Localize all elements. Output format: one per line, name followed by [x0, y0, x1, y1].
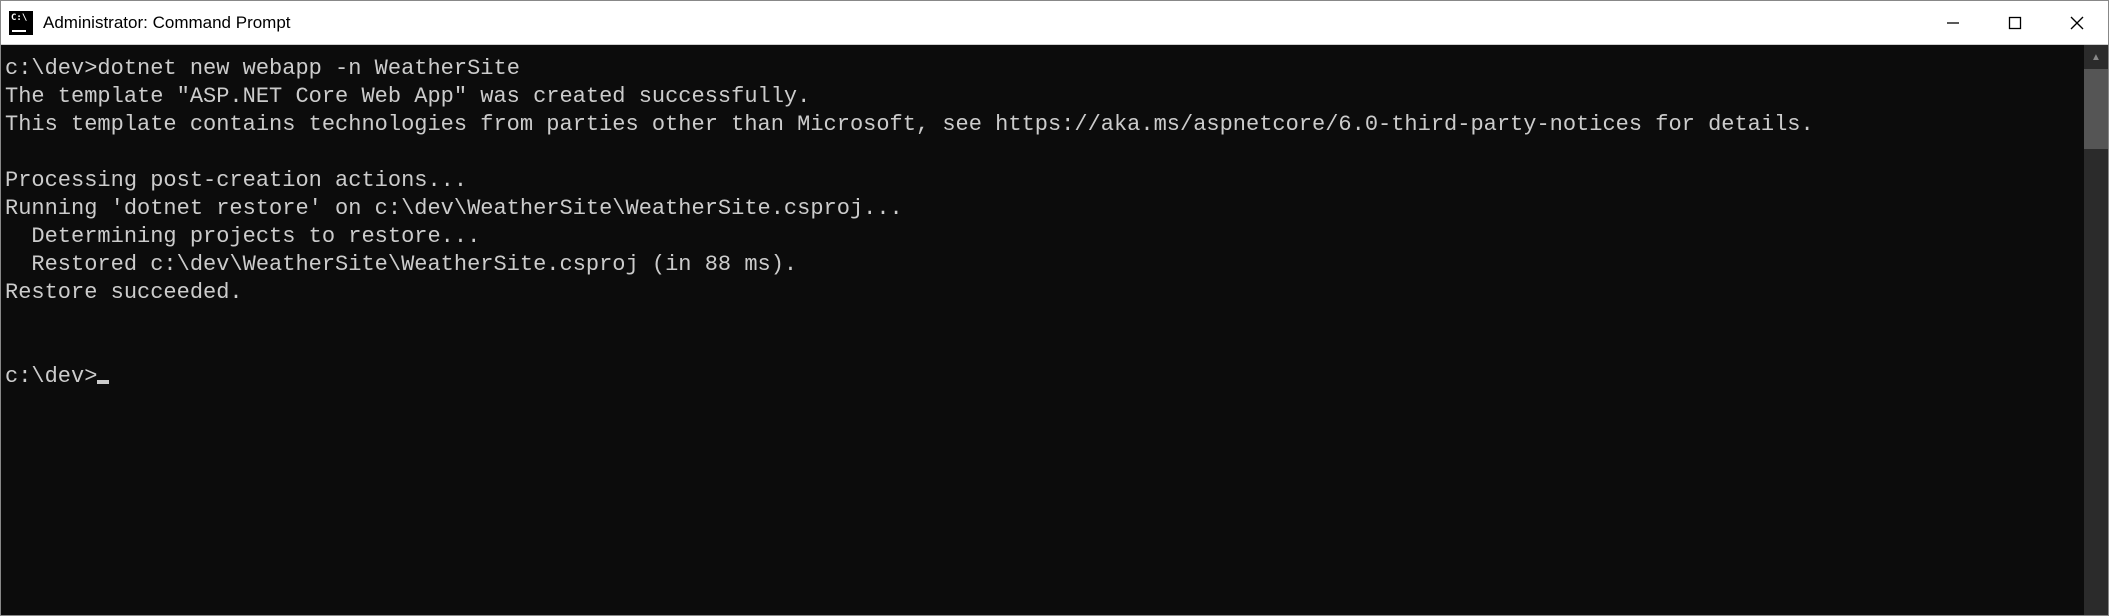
output-line: This template contains technologies from…	[5, 112, 1814, 137]
output-line: The template "ASP.NET Core Web App" was …	[5, 84, 810, 109]
scrollbar-thumb[interactable]	[2084, 69, 2108, 149]
scroll-up-arrow-icon[interactable]: ▲	[2084, 45, 2108, 69]
output-line: Restore succeeded.	[5, 280, 243, 305]
output-line: Processing post-creation actions...	[5, 168, 467, 193]
output-line: Running 'dotnet restore' on c:\dev\Weath…	[5, 196, 903, 221]
window-controls	[1922, 1, 2108, 44]
maximize-button[interactable]	[1984, 1, 2046, 44]
prompt: c:\dev>	[5, 364, 97, 389]
terminal-wrapper: c:\dev>dotnet new webapp -n WeatherSite …	[1, 45, 2108, 615]
output-line: Determining projects to restore...	[5, 224, 480, 249]
command-prompt-window: Administrator: Command Prompt c:\dev>dot…	[0, 0, 2109, 616]
minimize-button[interactable]	[1922, 1, 1984, 44]
prompt: c:\dev>	[5, 56, 97, 81]
command-text: dotnet new webapp -n WeatherSite	[97, 56, 519, 81]
window-title: Administrator: Command Prompt	[43, 13, 1922, 33]
close-button[interactable]	[2046, 1, 2108, 44]
terminal-output[interactable]: c:\dev>dotnet new webapp -n WeatherSite …	[1, 45, 2084, 615]
vertical-scrollbar[interactable]: ▲	[2084, 45, 2108, 615]
close-icon	[2070, 16, 2084, 30]
cmd-icon	[9, 11, 33, 35]
titlebar[interactable]: Administrator: Command Prompt	[1, 1, 2108, 45]
minimize-icon	[1946, 16, 1960, 30]
cursor	[97, 380, 109, 384]
output-line: Restored c:\dev\WeatherSite\WeatherSite.…	[5, 252, 797, 277]
maximize-icon	[2008, 16, 2022, 30]
